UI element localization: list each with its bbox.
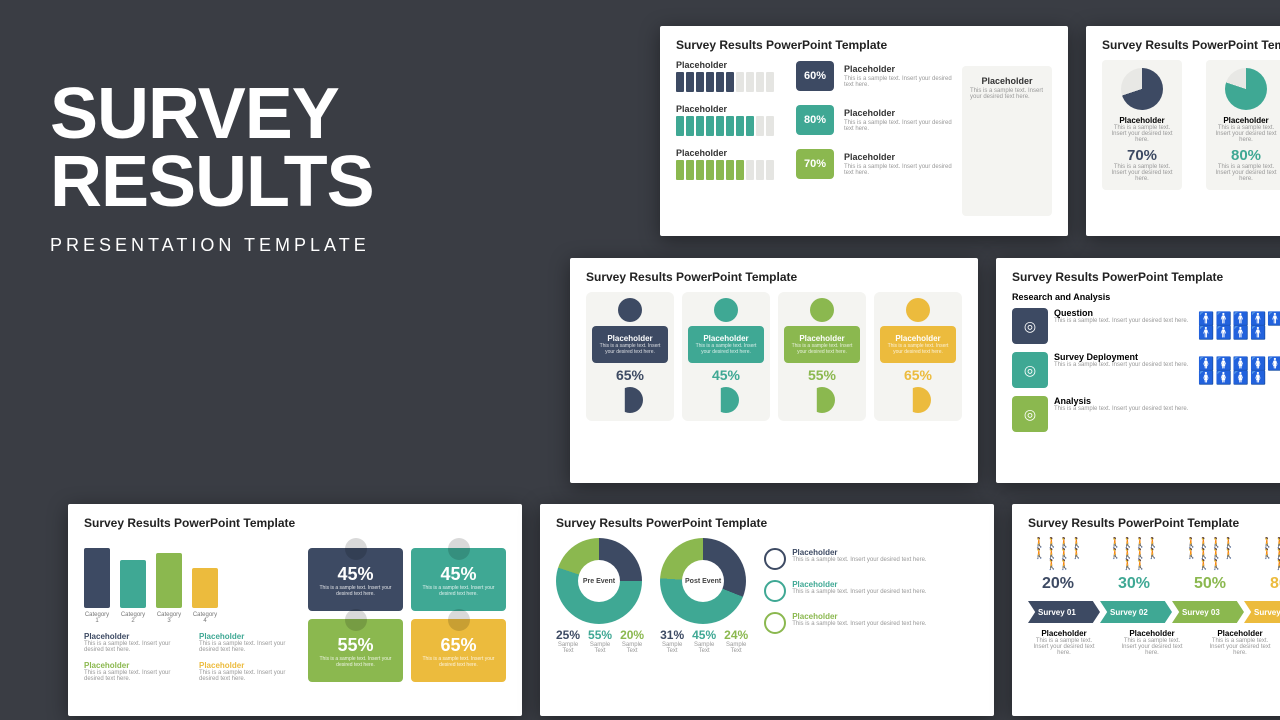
sidebar-box: Placeholder This is a sample text. Inser…	[962, 66, 1052, 216]
slide-thumbnail-7[interactable]: Survey Results PowerPoint Template 🚶🚶🚶🚶🚶…	[1012, 504, 1280, 716]
donut-pre: Pre Event 25%SampleText55%SampleText20%S…	[556, 538, 644, 654]
steps-list: ◎QuestionThis is a sample text. Insert y…	[1012, 308, 1188, 440]
legend: PlaceholderThis is a sample text. Insert…	[764, 548, 926, 644]
slide-title: Survey Results PowerPoint Template	[1028, 516, 1280, 530]
slide-title: Survey Results PowerPoint Template	[556, 516, 978, 530]
slide-title: Survey Results PowerPoint Template	[1012, 270, 1280, 284]
hero-title: SURVEYRESULTS PRESENTATION TEMPLATE	[50, 80, 374, 256]
slide-thumbnail-5[interactable]: Survey Results PowerPoint Template Categ…	[68, 504, 522, 716]
section-subtitle: Research and Analysis	[1012, 292, 1280, 302]
slide-title: Survey Results PowerPoint Template	[676, 38, 1052, 52]
slide-title: Survey Results PowerPoint Template	[84, 516, 506, 530]
slide-title: Survey Results PowerPoint Template	[1102, 38, 1280, 52]
slide-thumbnail-3[interactable]: Survey Results PowerPoint Template Place…	[570, 258, 978, 483]
slide-thumbnail-1[interactable]: Survey Results PowerPoint Template Place…	[660, 26, 1068, 236]
demographics: 🚹🚹🚹🚹🚹🚹🚹🚹🚹🚹 85%This is a sample text. Ins…	[1198, 308, 1280, 440]
bar-chart	[84, 538, 298, 608]
slide-thumbnail-6[interactable]: Survey Results PowerPoint Template Pre E…	[540, 504, 994, 716]
slide-thumbnail-2[interactable]: Survey Results PowerPoint Template Place…	[1086, 26, 1280, 236]
donut-post: Post Event 31%SampleText45%SampleText24%…	[660, 538, 748, 654]
slide-thumbnail-4[interactable]: Survey Results PowerPoint Template Resea…	[996, 258, 1280, 483]
slide-title: Survey Results PowerPoint Template	[586, 270, 962, 284]
hero-subtitle: PRESENTATION TEMPLATE	[50, 235, 374, 256]
